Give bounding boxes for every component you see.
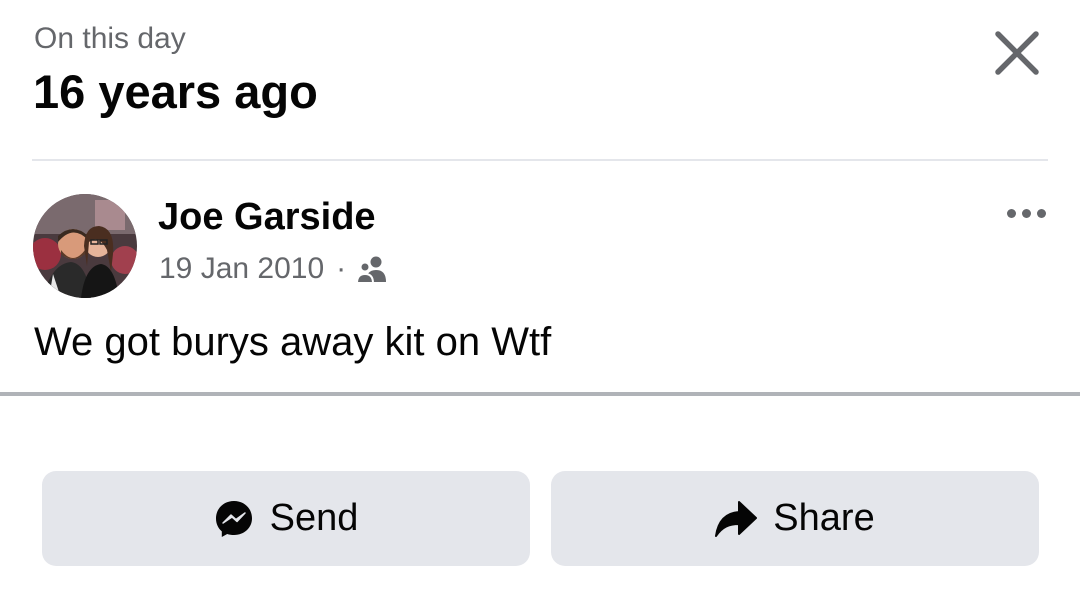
send-button[interactable]: Send — [42, 471, 530, 566]
more-options-icon — [1021, 208, 1031, 218]
avatar-photo — [33, 194, 137, 298]
messenger-icon — [215, 500, 252, 537]
send-label: Send — [269, 497, 359, 539]
header-divider — [32, 159, 1048, 161]
more-options-button[interactable] — [996, 196, 1056, 230]
more-options-icon — [1006, 208, 1016, 218]
post-divider — [0, 392, 1080, 396]
post-date[interactable]: 19 Jan 2010 — [159, 252, 324, 286]
close-icon — [995, 31, 1039, 75]
avatar[interactable] — [33, 194, 137, 298]
close-button[interactable] — [986, 22, 1048, 84]
share-label: Share — [773, 497, 875, 539]
post-meta: 19 Jan 2010 · — [159, 252, 390, 286]
meta-separator: · — [336, 252, 347, 285]
friends-icon[interactable] — [356, 254, 390, 284]
post-author-name[interactable]: Joe Garside — [158, 196, 376, 239]
header-subtitle: On this day — [34, 22, 186, 55]
header-title: 16 years ago — [33, 65, 318, 118]
share-button[interactable]: Share — [551, 471, 1039, 566]
more-options-icon — [1036, 208, 1046, 218]
share-arrow-icon — [715, 500, 758, 537]
post-text: We got burys away kit on Wtf — [34, 320, 552, 364]
